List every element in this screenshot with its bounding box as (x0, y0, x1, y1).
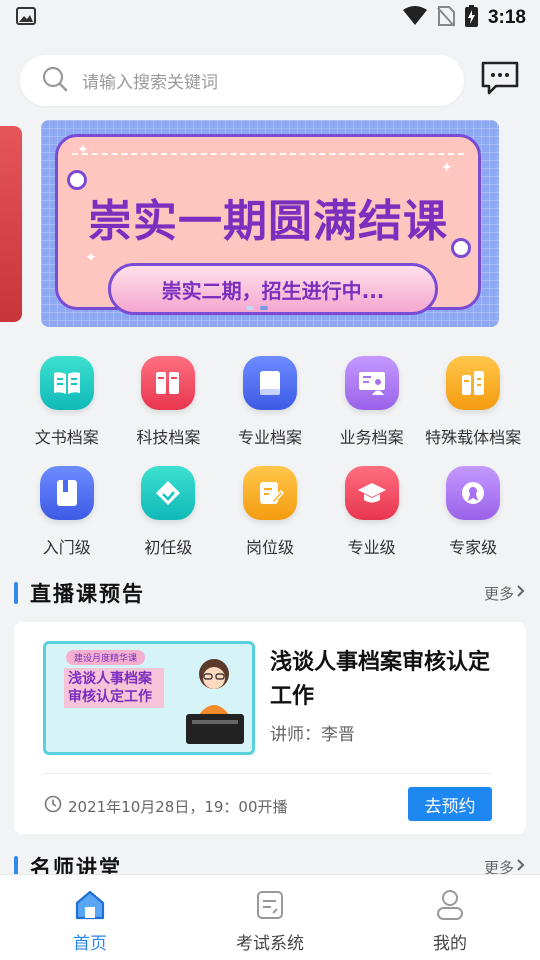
folder-icon (39, 466, 94, 520)
course-time: 2021年10月28日，19：00开播 (44, 795, 288, 817)
profile-icon (435, 889, 465, 925)
live-section-header: 直播课预告 更多 (14, 578, 526, 608)
banner-card: 崇实一期圆满结课 崇实二期，招生进行中... (55, 134, 481, 315)
binders-icon (141, 356, 196, 410)
category-grid: 文书档案 科技档案 专业档案 业务档案 特殊载体档案 入门级 初任级 岗位级 专… (16, 356, 524, 558)
no-sim-icon (437, 5, 455, 31)
medal-icon (446, 466, 501, 520)
level-rumen[interactable]: 入门级 (16, 466, 118, 558)
banner-carousel[interactable]: 崇实一期圆满结课 崇实二期，招生进行中... ✦ ✦ ✦ (41, 120, 499, 327)
tab-exam[interactable]: 考试系统 (180, 875, 360, 960)
carousel-indicator (246, 306, 268, 310)
level-churen[interactable]: 初任级 (118, 466, 220, 558)
home-icon (73, 889, 107, 925)
level-gangwei[interactable]: 岗位级 (219, 466, 321, 558)
notebook-icon (242, 356, 297, 410)
clock-icon (44, 795, 62, 817)
search-placeholder: 请输入搜索关键词 (82, 73, 218, 93)
exam-icon (254, 889, 286, 925)
search-input[interactable]: 请输入搜索关键词 (20, 55, 464, 106)
presentation-icon (344, 356, 399, 410)
category-yewu[interactable]: 业务档案 (321, 356, 423, 448)
course-lecturer: 讲师：李晋 (270, 725, 355, 745)
course-title: 浅谈人事档案审核认定工作 (270, 650, 491, 709)
file-cabinet-icon (446, 356, 501, 410)
course-thumbnail: 建设月度精华课 浅谈人事档案审核认定工作 (43, 641, 255, 755)
live-course-card[interactable]: 建设月度精华课 浅谈人事档案审核认定工作 浅谈人事档案审核认定工作 讲师：李晋 … (14, 622, 526, 834)
more-link[interactable]: 更多 (484, 583, 526, 604)
sparkle-icon: ✦ (77, 142, 89, 158)
status-bar: 3:18 (0, 0, 540, 36)
level-zhuanjia[interactable]: 专家级 (422, 466, 524, 558)
battery-charging-icon (464, 5, 478, 31)
message-button[interactable] (478, 60, 522, 100)
clock: 3:18 (487, 7, 526, 28)
section-title: 直播课预告 (30, 582, 145, 606)
category-keji[interactable]: 科技档案 (118, 356, 220, 448)
ring-decoration (451, 238, 471, 258)
category-teshu[interactable]: 特殊载体档案 (422, 356, 524, 448)
edit-doc-icon (242, 466, 297, 520)
tab-home[interactable]: 首页 (0, 875, 180, 960)
tag-icon (141, 466, 196, 520)
category-wenshu[interactable]: 文书档案 (16, 356, 118, 448)
chat-bubble-icon (480, 60, 520, 100)
graduation-cap-icon (344, 466, 399, 520)
banner-subtitle: 崇实二期，招生进行中... (161, 278, 385, 303)
category-zhuanye[interactable]: 专业档案 (219, 356, 321, 448)
tab-profile[interactable]: 我的 (360, 875, 540, 960)
level-zhuanye[interactable]: 专业级 (321, 466, 423, 558)
banner-previous-slide[interactable] (0, 126, 22, 322)
banner-ribbon: 崇实二期，招生进行中... (108, 263, 438, 315)
bottom-tab-bar: 首页 考试系统 我的 (0, 874, 540, 960)
chevron-right-icon (514, 583, 526, 603)
ring-decoration (67, 170, 87, 190)
wifi-icon (402, 6, 427, 30)
search-icon (42, 66, 68, 96)
gallery-notification-icon (16, 7, 36, 29)
sparkle-icon: ✦ (85, 250, 97, 266)
book-icon (39, 356, 94, 410)
banner-title: 崇实一期圆满结课 (88, 196, 448, 247)
lecturer-illustration (186, 659, 244, 744)
reserve-button[interactable]: 去预约 (408, 787, 492, 821)
sparkle-icon: ✦ (441, 160, 453, 176)
